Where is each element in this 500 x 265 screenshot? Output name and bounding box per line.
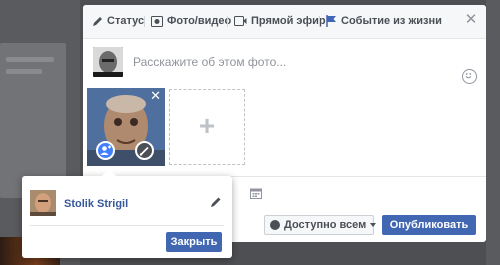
tab-divider <box>144 16 145 27</box>
remove-photo-icon[interactable]: ✕ <box>150 89 161 102</box>
background-line <box>6 69 42 74</box>
emoji-icon[interactable] <box>462 69 477 84</box>
divider <box>30 225 224 226</box>
edit-tag-icon[interactable] <box>210 196 222 208</box>
edit-photo-icon[interactable] <box>135 141 154 160</box>
tagged-person-avatar <box>30 190 56 216</box>
flag-icon <box>326 15 336 27</box>
composer-tabs: Статус Фото/видео Прямой эфир Событие из… <box>83 5 486 39</box>
audience-label: Доступно всем <box>284 219 367 231</box>
tagged-person-name[interactable]: Stolik Strigil <box>64 198 128 210</box>
tab-life-event-label: Событие из жизни <box>341 15 442 27</box>
calendar-icon[interactable] <box>250 188 262 199</box>
tab-life-event[interactable]: Событие из жизни <box>326 14 442 28</box>
close-popup-button[interactable]: Закрыть <box>166 232 222 252</box>
tab-live-label: Прямой эфир <box>251 15 326 27</box>
popup-arrow <box>102 169 116 176</box>
chevron-down-icon <box>370 223 377 227</box>
tab-photo-video-label: Фото/видео <box>167 15 232 27</box>
tab-divider <box>319 16 320 27</box>
camera-icon <box>151 15 163 27</box>
add-photo-button[interactable]: + <box>169 89 245 165</box>
tab-live[interactable]: Прямой эфир <box>234 14 326 28</box>
pencil-icon <box>93 16 102 26</box>
publish-button[interactable]: Опубликовать <box>382 215 476 235</box>
background-card <box>0 43 66 198</box>
tab-photo-video[interactable]: Фото/видео <box>151 14 231 28</box>
video-camera-icon <box>234 16 247 26</box>
tab-status-label: Статус <box>107 15 145 27</box>
audience-selector[interactable]: Доступно всем <box>264 215 377 235</box>
background-line <box>6 57 54 62</box>
tab-divider <box>227 16 228 27</box>
photo-thumbnail[interactable]: ✕ <box>87 88 165 166</box>
tag-people-icon[interactable] <box>96 141 115 160</box>
close-icon[interactable]: ✕ <box>464 12 478 27</box>
globe-icon <box>270 220 280 230</box>
tag-popup: Stolik Strigil Закрыть <box>22 169 232 258</box>
background-page-right <box>486 0 500 265</box>
post-text-input[interactable] <box>133 54 453 70</box>
tab-status[interactable]: Статус <box>92 14 144 28</box>
avatar <box>93 47 123 77</box>
